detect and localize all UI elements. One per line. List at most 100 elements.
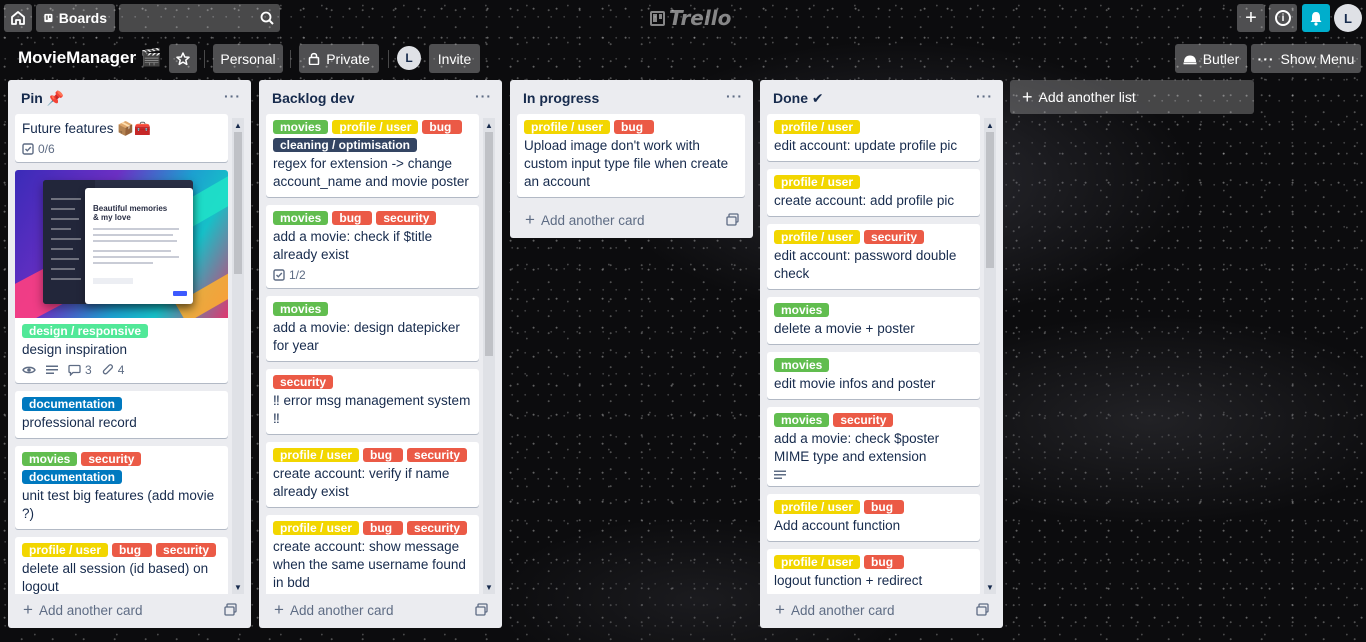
scroll-up-arrow-icon[interactable]: ▲ (485, 120, 493, 130)
list-header[interactable]: Pin 📌 ··· (8, 80, 251, 114)
card-label[interactable]: documentation (22, 397, 122, 411)
card[interactable]: profile / user bug logout function + redi… (767, 549, 980, 594)
add-card-button[interactable]: + Add another card (15, 596, 243, 624)
card-label[interactable]: profile / user (524, 120, 611, 134)
card-label[interactable]: movies (273, 120, 329, 134)
list-menu-icon[interactable]: ··· (475, 88, 492, 104)
list-scrollbar[interactable]: ▲ ▼ (483, 118, 495, 594)
card-label[interactable]: bug (422, 120, 463, 134)
card[interactable]: Beautiful memories & my love design / res… (15, 170, 228, 383)
search-input[interactable] (119, 4, 280, 32)
card-template-icon[interactable] (475, 603, 488, 616)
card-template-icon[interactable] (976, 603, 989, 616)
card-label[interactable]: security (273, 375, 334, 389)
card-label[interactable]: security (81, 452, 142, 466)
add-card-button[interactable]: + Add another card (767, 596, 995, 624)
list-menu-icon[interactable]: ··· (726, 88, 743, 104)
card-label[interactable]: documentation (22, 470, 122, 484)
card-template-icon[interactable] (726, 213, 739, 226)
card-label[interactable]: profile / user (22, 543, 109, 557)
show-menu-button[interactable]: ··· Show Menu (1251, 44, 1361, 73)
list-scrollbar[interactable]: ▲ ▼ (984, 118, 996, 594)
card-label[interactable]: security (864, 230, 925, 244)
card[interactable]: Future features 📦🧰 0/6 (15, 114, 228, 162)
card-label[interactable]: bug (332, 211, 373, 225)
card[interactable]: documentation professional record (15, 391, 228, 438)
card[interactable]: profile / user security edit account: pas… (767, 224, 980, 289)
card-label[interactable]: bug (363, 521, 404, 535)
information-button[interactable]: i (1269, 4, 1297, 32)
list-header[interactable]: Backlog dev ··· (259, 80, 502, 114)
card-label[interactable]: profile / user (774, 500, 861, 514)
list-header[interactable]: Done ✔ ··· (760, 80, 1003, 114)
invite-button[interactable]: Invite (429, 44, 480, 73)
card-label[interactable]: security (833, 413, 894, 427)
card[interactable]: movies security add a movie: check $poste… (767, 407, 980, 486)
card-template-icon[interactable] (224, 603, 237, 616)
board-title[interactable]: MovieManager 🎬 (18, 48, 162, 68)
list-header[interactable]: In progress ··· (510, 80, 753, 114)
card[interactable]: profile / user bug Upload image don't wor… (517, 114, 745, 197)
card[interactable]: movies bug security add a movie: check if … (266, 205, 479, 288)
list-menu-icon[interactable]: ··· (976, 88, 993, 104)
card[interactable]: movies add a movie: design datepicker fo… (266, 296, 479, 361)
card-label[interactable]: profile / user (332, 120, 419, 134)
scrollbar-thumb[interactable] (234, 132, 242, 274)
card[interactable]: profile / user bug security create account… (266, 515, 479, 594)
scroll-down-arrow-icon[interactable]: ▼ (986, 582, 994, 592)
list-title[interactable]: Backlog dev (272, 90, 354, 106)
trello-logo[interactable]: Trello (650, 6, 731, 30)
scroll-up-arrow-icon[interactable]: ▲ (986, 120, 994, 130)
card-label[interactable]: profile / user (774, 120, 861, 134)
list-scrollbar[interactable]: ▲ ▼ (232, 118, 244, 594)
card-label[interactable]: movies (774, 303, 830, 317)
add-card-button[interactable]: + Add another card (517, 206, 745, 234)
card[interactable]: profile / user edit account: update prof… (767, 114, 980, 161)
create-button[interactable]: + (1237, 4, 1265, 32)
card-label[interactable]: bug (112, 543, 153, 557)
privacy-button[interactable]: Private (299, 44, 379, 73)
board-member-avatar[interactable]: L (397, 46, 421, 70)
list-title[interactable]: Done ✔ (773, 90, 824, 107)
card-label[interactable]: design / responsive (22, 324, 149, 338)
card-label[interactable]: movies (273, 211, 329, 225)
scrollbar-thumb[interactable] (986, 132, 994, 268)
add-list-button[interactable]: + Add another list (1010, 80, 1254, 114)
card-label[interactable]: profile / user (774, 230, 861, 244)
card-label[interactable]: bug (864, 500, 905, 514)
card-label[interactable]: profile / user (273, 448, 360, 462)
scroll-down-arrow-icon[interactable]: ▼ (234, 582, 242, 592)
card-label[interactable]: profile / user (273, 521, 360, 535)
card-label[interactable]: cleaning / optimisation (273, 138, 418, 152)
card-label[interactable]: movies (273, 302, 329, 316)
card-label[interactable]: profile / user (774, 555, 861, 569)
search-box[interactable] (119, 4, 280, 32)
card[interactable]: profile / user bug Add account function (767, 494, 980, 541)
list-title[interactable]: In progress (523, 90, 599, 106)
card-label[interactable]: profile / user (774, 175, 861, 189)
notifications-button[interactable] (1302, 4, 1330, 32)
scroll-up-arrow-icon[interactable]: ▲ (234, 120, 242, 130)
card[interactable]: movies edit movie infos and poster (767, 352, 980, 399)
list-title[interactable]: Pin 📌 (21, 90, 64, 107)
card[interactable]: profile / user create account: add profi… (767, 169, 980, 216)
card[interactable]: movies profile / user bug cleaning / optimi… (266, 114, 479, 197)
list-menu-icon[interactable]: ··· (224, 88, 241, 104)
card-label[interactable]: security (407, 521, 468, 535)
home-button[interactable] (4, 4, 32, 32)
butler-button[interactable]: Butler (1175, 44, 1247, 73)
star-board-button[interactable] (169, 44, 197, 73)
card[interactable]: security ‼ error msg management system ‼ (266, 369, 479, 434)
card[interactable]: movies security documentation unit test bi… (15, 446, 228, 529)
card-label[interactable]: movies (774, 413, 830, 427)
card-label[interactable]: movies (22, 452, 78, 466)
card-label[interactable]: bug (363, 448, 404, 462)
card-label[interactable]: security (156, 543, 217, 557)
team-visibility-button[interactable]: Personal (213, 44, 283, 73)
scrollbar-thumb[interactable] (485, 132, 493, 356)
card[interactable]: profile / user bug security create account… (266, 442, 479, 507)
card-label[interactable]: security (407, 448, 468, 462)
scroll-down-arrow-icon[interactable]: ▼ (485, 582, 493, 592)
add-card-button[interactable]: + Add another card (266, 596, 494, 624)
card[interactable]: movies delete a movie + poster (767, 297, 980, 344)
